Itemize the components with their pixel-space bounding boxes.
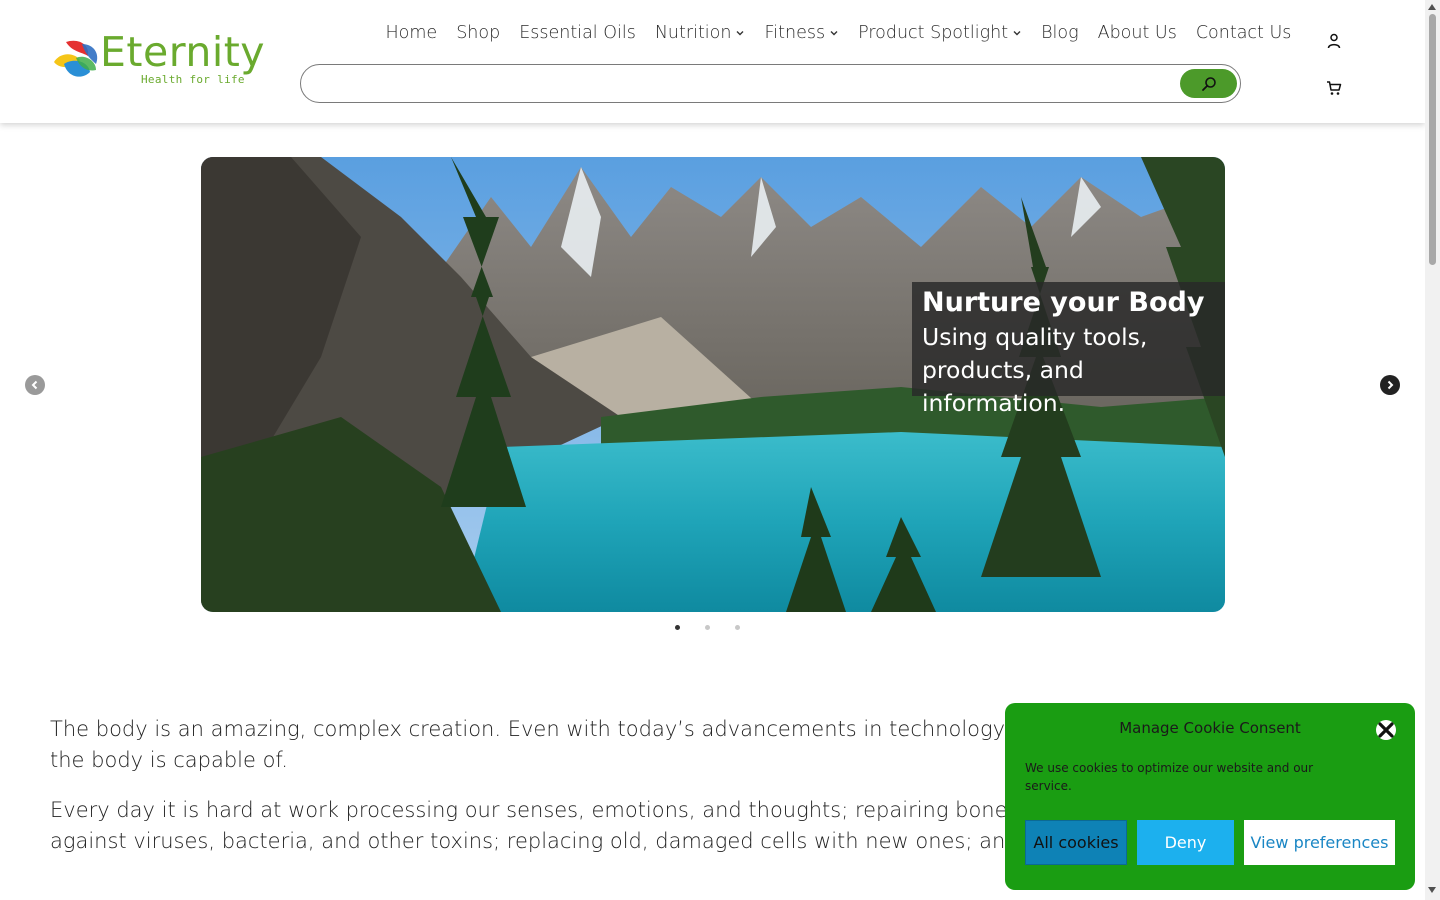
user-icon	[1327, 33, 1341, 49]
slide-caption-line2: products, and information.	[922, 356, 1084, 417]
scrollbar-thumb[interactable]	[1429, 14, 1436, 265]
cookie-message: We use cookies to optimize our website a…	[1025, 761, 1314, 793]
main-nav: Home Shop Essential Oils Nutrition Fitness Pr…	[376, 20, 1301, 46]
nav-item-label: About Us	[1097, 23, 1177, 43]
slider-next-button[interactable]	[1380, 375, 1400, 395]
logo-wordmark: Eternity	[100, 28, 266, 76]
accept-all-cookies-button[interactable]: All cookies	[1025, 820, 1127, 865]
close-icon	[1376, 720, 1396, 740]
nav-item-label: Shop	[456, 23, 501, 43]
slider-pagination	[672, 620, 742, 634]
cart-button[interactable]	[1322, 76, 1346, 100]
site-logo[interactable]: Eternity Health for life	[52, 32, 272, 88]
deny-cookies-button[interactable]: Deny	[1137, 820, 1234, 865]
nav-item-label: Blog	[1041, 23, 1079, 43]
slide-caption-line1: Using quality tools,	[922, 323, 1148, 351]
nav-item-label: Nutrition	[654, 23, 732, 43]
slider-dot-1[interactable]	[672, 620, 682, 634]
cookie-title: Manage Cookie Consent	[1119, 719, 1301, 737]
nav-item-label: Essential Oils	[519, 23, 636, 43]
logo-tagline: Health for life	[141, 73, 245, 86]
nav-item-home[interactable]: Home	[376, 23, 447, 43]
cart-icon	[1327, 81, 1342, 95]
nav-item-label: Contact Us	[1195, 23, 1292, 43]
page-scrollbar[interactable]	[1425, 0, 1440, 900]
cookie-close-button[interactable]	[1375, 719, 1397, 741]
chevron-down-icon	[736, 31, 744, 36]
nav-item-label: Home	[385, 23, 438, 43]
nav-item-product-spotlight[interactable]: Product Spotlight	[849, 23, 1032, 43]
logo-mark-icon	[54, 40, 98, 77]
nav-item-essential-oils[interactable]: Essential Oils	[510, 23, 646, 43]
cookie-consent-dialog: Manage Cookie Consent We use cookies to …	[1005, 703, 1415, 890]
slide-caption: Nurture your Body Using quality tools, p…	[912, 282, 1225, 417]
nav-item-shop[interactable]: Shop	[447, 23, 510, 43]
scroll-up-arrow-icon[interactable]	[1428, 4, 1436, 10]
nav-item-label: Fitness	[764, 23, 826, 43]
nav-item-label: Product Spotlight	[858, 23, 1009, 43]
nav-item-contact-us[interactable]: Contact Us	[1186, 23, 1301, 43]
slider-dot-3[interactable]	[732, 620, 742, 634]
nav-item-about-us[interactable]: About Us	[1088, 23, 1186, 43]
search-icon	[1201, 76, 1216, 91]
scroll-down-arrow-icon[interactable]	[1428, 887, 1436, 893]
chevron-right-icon	[1387, 380, 1394, 390]
search-input[interactable]	[315, 69, 1175, 98]
site-header: Eternity Health for life Home Shop Essenti…	[0, 0, 1425, 123]
search-button[interactable]	[1180, 69, 1237, 98]
account-button[interactable]	[1322, 29, 1346, 53]
nav-item-fitness[interactable]: Fitness	[755, 23, 849, 43]
search-bar	[300, 64, 1241, 103]
slider-dot-2[interactable]	[702, 620, 712, 634]
nav-item-blog[interactable]: Blog	[1032, 23, 1089, 43]
chevron-down-icon	[1013, 31, 1021, 36]
chevron-down-icon	[830, 31, 838, 36]
hero-slider[interactable]: Nurture your Body Using quality tools, p…	[201, 157, 1225, 612]
slider-prev-button[interactable]	[25, 375, 45, 395]
nav-item-nutrition[interactable]: Nutrition	[645, 23, 755, 43]
chevron-left-icon	[31, 380, 38, 390]
slide-caption-title: Nurture your Body	[922, 287, 1205, 318]
view-preferences-button[interactable]: View preferences	[1244, 820, 1395, 865]
